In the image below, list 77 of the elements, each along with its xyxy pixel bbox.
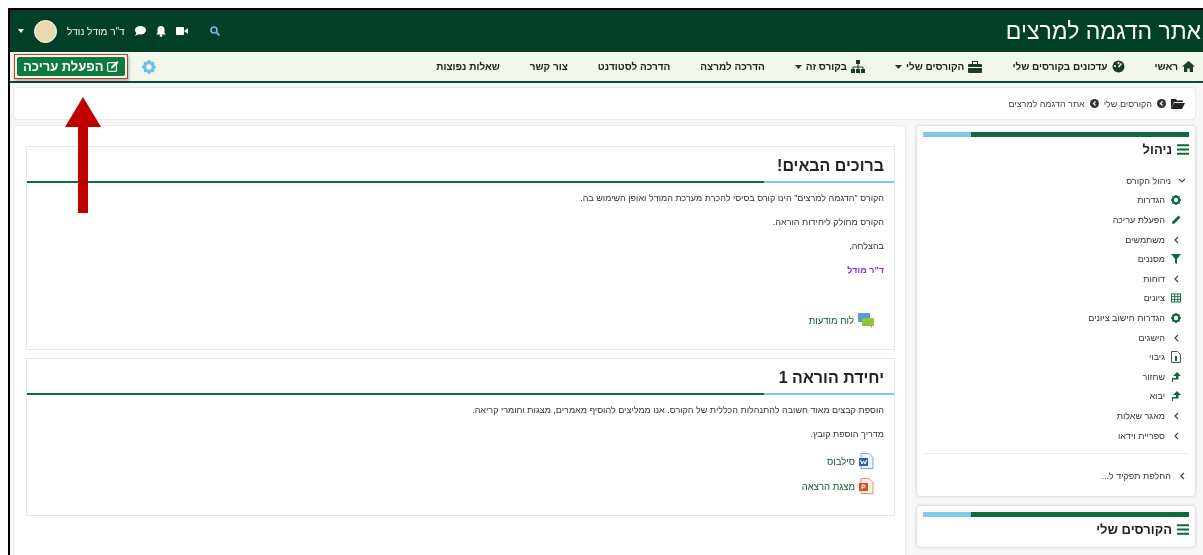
chevron-icon <box>1178 177 1186 184</box>
sitemap-icon <box>851 60 866 73</box>
section-title: ברוכים הבאים! <box>776 156 885 176</box>
nav-link[interactable]: בקורס זה <box>794 60 866 73</box>
signature-text: ד"ר מודל <box>846 265 884 275</box>
nav-link[interactable]: הקורסים שלי <box>895 60 983 73</box>
gear-icon <box>1171 312 1181 323</box>
caret-icon <box>794 64 802 69</box>
filter-icon <box>1171 254 1181 265</box>
paragraph-text: הקורס מחולק ליחידות הוראה. <box>771 217 884 227</box>
tree-item[interactable]: דוחות <box>923 268 1181 289</box>
nav-link[interactable]: עדכונים בקורסים שלי <box>1012 60 1125 73</box>
document-icon <box>859 453 874 469</box>
block-title[interactable]: ניהול <box>1142 142 1172 157</box>
tree-item[interactable]: ציונים <box>923 288 1181 309</box>
file-icon <box>1171 351 1181 364</box>
chat-icon[interactable] <box>134 26 146 36</box>
nav-link[interactable]: צור קשר <box>529 61 568 72</box>
chevron-icon <box>1179 472 1185 481</box>
tree-item[interactable]: מאגר שאלות <box>923 406 1181 426</box>
home-icon <box>1182 61 1195 72</box>
tree-item[interactable]: הגדרות חישוב ציונים <box>923 308 1181 328</box>
bell-icon[interactable] <box>155 25 166 37</box>
briefcase-icon <box>968 60 983 73</box>
tree-item[interactable]: ספריית וידאו <box>923 425 1181 446</box>
nav-link[interactable]: ראשי <box>1154 61 1195 72</box>
tree-item[interactable]: מסננים <box>923 249 1181 269</box>
paragraph-text: הקורס "הדגמה למרצים" הינו קורס בסיסי להכרת מערכת המודל ואופן השימוש בה. <box>579 193 884 203</box>
chevron-icon <box>1173 235 1179 244</box>
chevron-icon <box>1173 431 1179 440</box>
nav-link[interactable]: הדרכה לסטודנט <box>597 61 671 72</box>
nav-link[interactable]: הדרכה למרצה <box>700 61 765 72</box>
section-title: יחידת הוראה 1 <box>777 368 885 388</box>
tree-item[interactable]: החלפת תפקיד ל... <box>923 466 1187 486</box>
menu-icon <box>1177 523 1189 535</box>
site-title[interactable]: אתר הדגמה למרצים <box>1005 17 1201 45</box>
table-icon <box>1171 293 1181 304</box>
upload-icon <box>1171 391 1181 402</box>
gauge-icon <box>1111 60 1125 73</box>
paragraph-text: מדריך הוספת קובץ. <box>809 429 884 439</box>
block-title[interactable]: הקורסים שלי <box>1096 521 1172 537</box>
menu-icon <box>1177 144 1189 155</box>
tree-item[interactable]: גיבוי <box>923 347 1181 367</box>
edit-mode-button[interactable]: הפעלת עריכה <box>17 57 125 76</box>
chevron-circle-icon <box>1157 99 1166 108</box>
user-avatar[interactable] <box>34 19 57 43</box>
chevron-icon <box>1173 274 1179 283</box>
tree-item[interactable]: שחזור <box>923 366 1181 387</box>
activity-link[interactable]: סילבוס <box>827 455 855 467</box>
activity-link[interactable]: מצגת הרצאה <box>801 480 855 492</box>
tree-item[interactable]: ניהול הקורס <box>923 171 1187 191</box>
tree-item[interactable]: יבוא <box>923 386 1181 407</box>
tree-item[interactable]: הישגים <box>923 327 1181 348</box>
caret-icon <box>895 64 903 69</box>
video-camera-icon[interactable] <box>175 27 188 35</box>
chevron-circle-icon <box>1089 99 1099 108</box>
activity-link[interactable]: לוח מודעות <box>808 315 854 326</box>
folder-icon <box>1171 98 1185 109</box>
tree-item[interactable]: הפעלת עריכה <box>923 210 1181 230</box>
chat-bubbles-icon <box>858 313 874 328</box>
search-icon[interactable] <box>209 26 220 36</box>
chevron-icon <box>1173 411 1179 420</box>
paragraph-text: בהצלחה, <box>848 241 884 251</box>
upload-icon <box>1171 371 1181 382</box>
edit-icon <box>106 61 119 72</box>
breadcrumb-link[interactable]: הקורסים שלי <box>1103 98 1152 109</box>
chevron-icon <box>1173 333 1179 342</box>
tree-item[interactable]: משתמשים <box>923 229 1181 250</box>
user-name[interactable]: ד"ר מודל נודל <box>67 25 125 37</box>
nav-link[interactable]: שאלות נפוצות <box>436 61 500 72</box>
tree-item[interactable]: הגדרות <box>923 190 1181 211</box>
paragraph-text: הוספת קבצים מאוד חשובה להתנהלות הכללית של הקורס. אנו ממליצים להוסיף מאמרים, מצגות וחומרי קריאה. <box>471 405 884 415</box>
pencil-icon <box>1171 215 1181 225</box>
slides-icon <box>859 478 874 494</box>
caret-icon[interactable] <box>18 29 24 33</box>
gear-icon <box>1171 195 1181 206</box>
breadcrumb-link[interactable]: אתר הדגמה למרצים <box>1008 98 1085 109</box>
